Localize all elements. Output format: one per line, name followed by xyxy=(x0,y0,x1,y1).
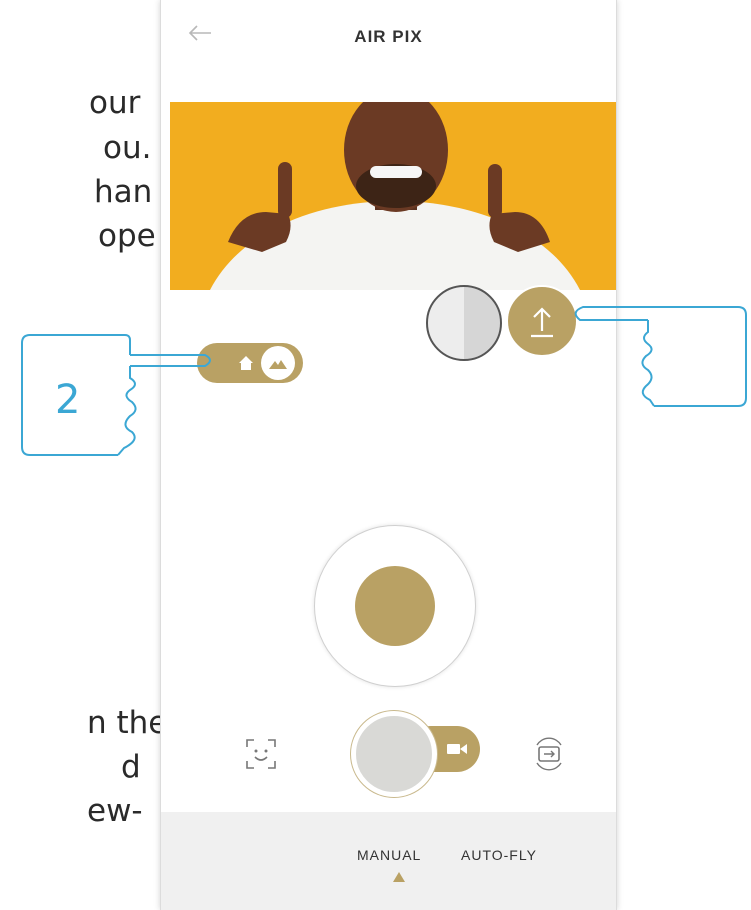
side-text-line: han xyxy=(94,174,153,210)
camera-switch-button[interactable] xyxy=(531,736,567,772)
tab-auto-fly[interactable]: AUTO-FLY xyxy=(461,847,537,863)
home-landscape-toggle[interactable] xyxy=(197,343,303,383)
callout-number: 2 xyxy=(55,377,81,423)
side-text-line: d xyxy=(121,749,141,785)
side-text-line: our xyxy=(89,85,141,121)
flight-joystick[interactable] xyxy=(314,525,476,687)
side-text-line: ew- xyxy=(87,793,143,829)
active-tab-indicator xyxy=(393,872,405,882)
video-camera-icon xyxy=(447,744,467,754)
upload-button[interactable] xyxy=(506,285,578,357)
contrast-button[interactable] xyxy=(426,285,502,361)
phone-screen: AIR PIX MANUAL AUTO-FLY xyxy=(160,0,617,910)
photo-preview xyxy=(170,102,616,290)
face-frame-icon xyxy=(246,739,276,769)
upload-icon xyxy=(531,307,553,338)
tab-manual[interactable]: MANUAL xyxy=(357,847,421,863)
toggle-knob xyxy=(261,346,295,380)
camera-switch-icon xyxy=(536,737,562,771)
page-title: AIR PIX xyxy=(354,27,423,46)
side-text-line: ou. xyxy=(103,130,152,166)
joystick-knob[interactable] xyxy=(355,566,435,646)
shutter-button[interactable] xyxy=(351,711,437,797)
home-icon xyxy=(239,356,253,370)
mode-bar: MANUAL AUTO-FLY xyxy=(161,812,616,910)
face-detect-button[interactable] xyxy=(244,737,278,771)
side-text-line: ope xyxy=(98,218,156,254)
top-bar: AIR PIX xyxy=(161,0,616,80)
side-text-line: n the xyxy=(87,705,168,741)
mountain-icon xyxy=(269,360,287,369)
